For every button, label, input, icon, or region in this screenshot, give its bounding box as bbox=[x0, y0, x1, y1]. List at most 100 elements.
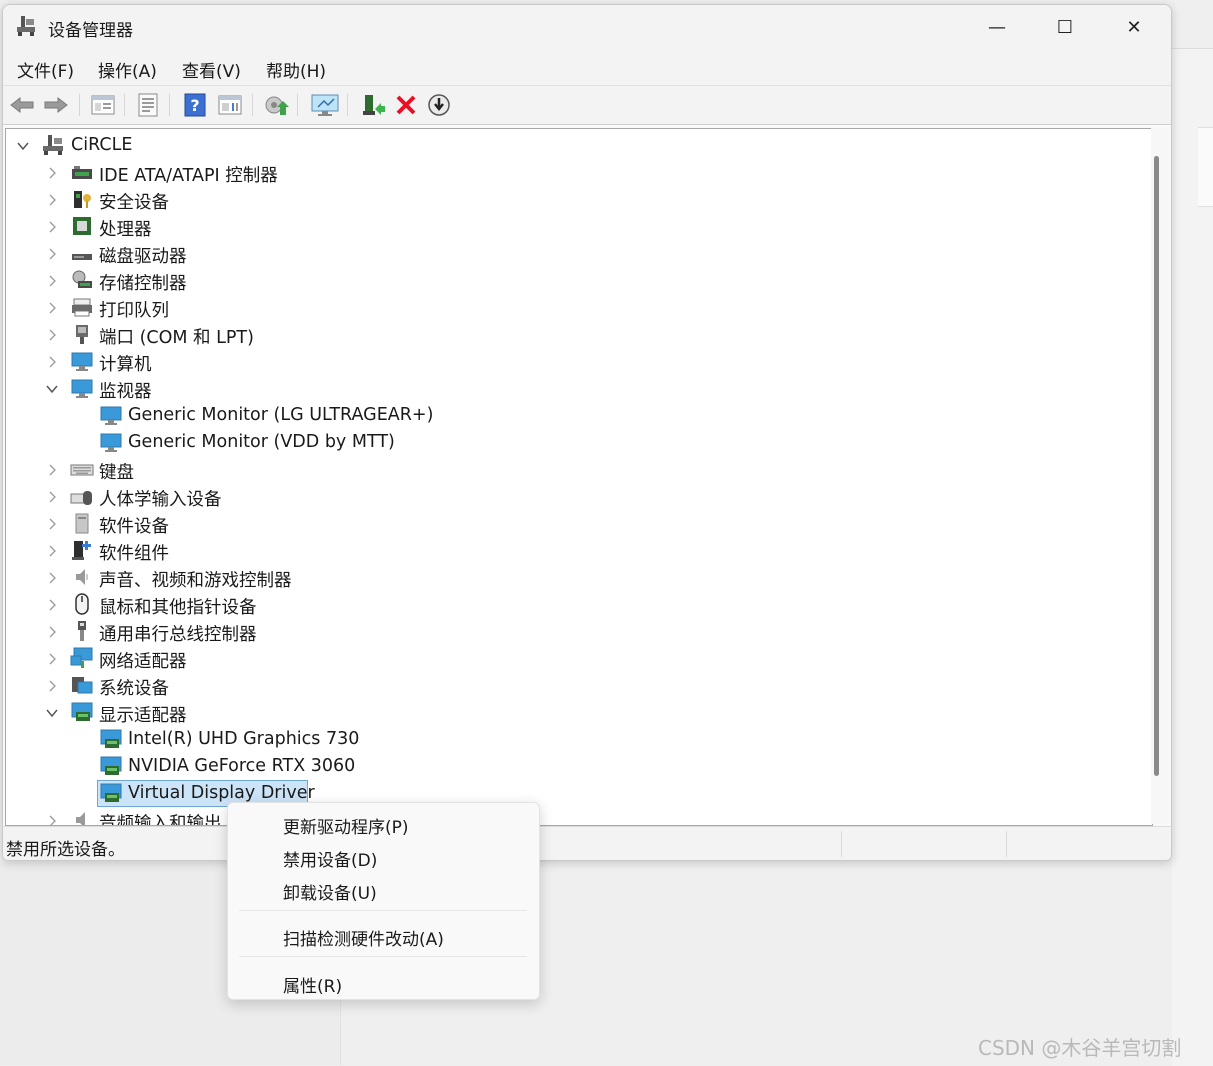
tree-category[interactable]: 鼠标和其他指针设备 bbox=[6, 591, 1146, 618]
tree-category[interactable]: 监视器 bbox=[6, 375, 1146, 402]
update-driver-button[interactable] bbox=[262, 91, 290, 119]
tree-category[interactable]: 通用串行总线控制器 bbox=[6, 618, 1146, 645]
tree-root-label: CiRCLE bbox=[71, 135, 133, 155]
disable-icon bbox=[428, 94, 450, 116]
tree-category[interactable]: 计算机 bbox=[6, 348, 1146, 375]
add-driver-button[interactable] bbox=[359, 91, 387, 119]
chevron-right-icon[interactable] bbox=[45, 274, 59, 288]
help-button[interactable]: ? bbox=[181, 91, 209, 119]
tree-category[interactable]: 系统设备 bbox=[6, 672, 1146, 699]
ctx-properties[interactable]: 属性(R) bbox=[283, 972, 342, 997]
svg-text:?: ? bbox=[190, 96, 199, 115]
security-device-icon bbox=[74, 191, 91, 208]
ctx-update-driver[interactable]: 更新驱动程序(P) bbox=[283, 813, 409, 838]
close-button[interactable]: ✕ bbox=[1100, 5, 1168, 49]
tree-category[interactable]: 软件组件 bbox=[6, 537, 1146, 564]
tree-item-label: Virtual Display Driver bbox=[128, 783, 315, 803]
show-hide-tree-button[interactable] bbox=[89, 91, 117, 119]
menu-view[interactable]: 查看(V) bbox=[182, 57, 241, 82]
tree-item-label: 软件组件 bbox=[99, 544, 169, 564]
tree-item-label: 处理器 bbox=[99, 220, 152, 240]
add-driver-icon bbox=[363, 95, 385, 115]
maximize-button[interactable]: ☐ bbox=[1031, 5, 1099, 49]
chevron-down-icon[interactable] bbox=[45, 382, 59, 396]
context-menu: 更新驱动程序(P) 禁用设备(D) 卸载设备(U) 扫描检测硬件改动(A) 属性… bbox=[227, 802, 540, 1000]
tree-item-label: 磁盘驱动器 bbox=[99, 247, 187, 267]
chevron-down-icon[interactable] bbox=[45, 706, 59, 720]
chevron-right-icon[interactable] bbox=[45, 463, 59, 477]
properties-button[interactable] bbox=[134, 91, 162, 119]
tree-item-label: IDE ATA/ATAPI 控制器 bbox=[99, 166, 278, 186]
tree-item-label: 网络适配器 bbox=[99, 652, 187, 672]
tree-category[interactable]: 键盘 bbox=[6, 456, 1146, 483]
device-manager-icon bbox=[17, 16, 35, 36]
scrollbar-thumb[interactable] bbox=[1154, 156, 1159, 776]
chevron-right-icon[interactable] bbox=[45, 220, 59, 234]
tree-device[interactable]: Intel(R) UHD Graphics 730 bbox=[6, 726, 1146, 753]
display-adapter-icon bbox=[100, 756, 122, 775]
tree-item-label: 音频输入和输出 bbox=[99, 814, 222, 826]
back-button[interactable] bbox=[8, 91, 36, 119]
tree-category[interactable]: 软件设备 bbox=[6, 510, 1146, 537]
vertical-scrollbar[interactable] bbox=[1151, 128, 1169, 824]
chevron-right-icon[interactable] bbox=[45, 166, 59, 180]
tree-category[interactable]: 声音、视频和游戏控制器 bbox=[6, 564, 1146, 591]
tree-category[interactable]: 网络适配器 bbox=[6, 645, 1146, 672]
chevron-right-icon[interactable] bbox=[45, 814, 59, 825]
uninstall-button[interactable] bbox=[392, 91, 420, 119]
view-button[interactable] bbox=[216, 91, 244, 119]
chevron-right-icon[interactable] bbox=[45, 355, 59, 369]
tree-device[interactable]: Generic Monitor (LG ULTRAGEAR+) bbox=[6, 402, 1146, 429]
minimize-button[interactable]: — bbox=[963, 5, 1031, 49]
tree-item-label: 安全设备 bbox=[99, 193, 169, 213]
toolbar-separator bbox=[124, 94, 125, 116]
forward-button[interactable] bbox=[42, 91, 70, 119]
chevron-right-icon[interactable] bbox=[45, 652, 59, 666]
chevron-right-icon[interactable] bbox=[45, 544, 59, 558]
chevron-right-icon[interactable] bbox=[45, 598, 59, 612]
menu-file[interactable]: 文件(F) bbox=[17, 57, 74, 82]
chevron-right-icon[interactable] bbox=[45, 247, 59, 261]
computer-icon bbox=[71, 352, 93, 371]
tree-category[interactable]: 端口 (COM 和 LPT) bbox=[6, 321, 1146, 348]
ctx-scan-hardware[interactable]: 扫描检测硬件改动(A) bbox=[283, 925, 444, 950]
title-bar[interactable]: 设备管理器 — ☐ ✕ bbox=[3, 5, 1171, 49]
tree-root[interactable]: CiRCLE bbox=[6, 132, 1146, 159]
maximize-icon: ☐ bbox=[1056, 16, 1074, 38]
keyboard-icon bbox=[70, 464, 94, 476]
computer-tower-icon bbox=[43, 135, 63, 155]
chevron-right-icon[interactable] bbox=[45, 301, 59, 315]
tree-category[interactable]: 音频输入和输出 bbox=[6, 807, 1146, 826]
chevron-right-icon[interactable] bbox=[45, 328, 59, 342]
ctx-uninstall-device[interactable]: 卸载设备(U) bbox=[283, 879, 377, 904]
chevron-right-icon[interactable] bbox=[45, 193, 59, 207]
tree-device[interactable]: Generic Monitor (VDD by MTT) bbox=[6, 429, 1146, 456]
ctx-disable-device[interactable]: 禁用设备(D) bbox=[283, 846, 377, 871]
tree-category[interactable]: 存储控制器 bbox=[6, 267, 1146, 294]
tree-category[interactable]: 显示适配器 bbox=[6, 699, 1146, 726]
disable-button[interactable] bbox=[425, 91, 453, 119]
tree-item-label: 键盘 bbox=[99, 463, 134, 483]
status-divider bbox=[1006, 831, 1007, 857]
tree-device[interactable]: NVIDIA GeForce RTX 3060 bbox=[6, 753, 1146, 780]
device-tree[interactable]: CiRCLE IDE ATA/ATAPI 控制器 安全设备处理器磁盘驱动器 存储控制… bbox=[5, 128, 1153, 826]
chevron-down-icon[interactable] bbox=[16, 139, 30, 153]
tree-category[interactable]: 人体学输入设备 bbox=[6, 483, 1146, 510]
menu-action[interactable]: 操作(A) bbox=[98, 57, 157, 82]
chevron-right-icon[interactable] bbox=[45, 625, 59, 639]
tree-category[interactable]: 处理器 bbox=[6, 213, 1146, 240]
chevron-right-icon[interactable] bbox=[45, 517, 59, 531]
tree-category[interactable]: 打印队列 bbox=[6, 294, 1146, 321]
menu-help[interactable]: 帮助(H) bbox=[266, 57, 326, 82]
scan-hardware-button[interactable] bbox=[308, 91, 342, 119]
tree-category[interactable]: 安全设备 bbox=[6, 186, 1146, 213]
tree-category[interactable]: IDE ATA/ATAPI 控制器 bbox=[6, 159, 1146, 186]
sound-icon bbox=[76, 569, 88, 585]
tree-device[interactable]: Virtual Display Driver bbox=[6, 780, 1146, 807]
tree-category[interactable]: 磁盘驱动器 bbox=[6, 240, 1146, 267]
storage-controller-icon bbox=[72, 270, 92, 288]
chevron-right-icon[interactable] bbox=[45, 571, 59, 585]
window-title: 设备管理器 bbox=[48, 21, 133, 41]
chevron-right-icon[interactable] bbox=[45, 490, 59, 504]
chevron-right-icon[interactable] bbox=[45, 679, 59, 693]
